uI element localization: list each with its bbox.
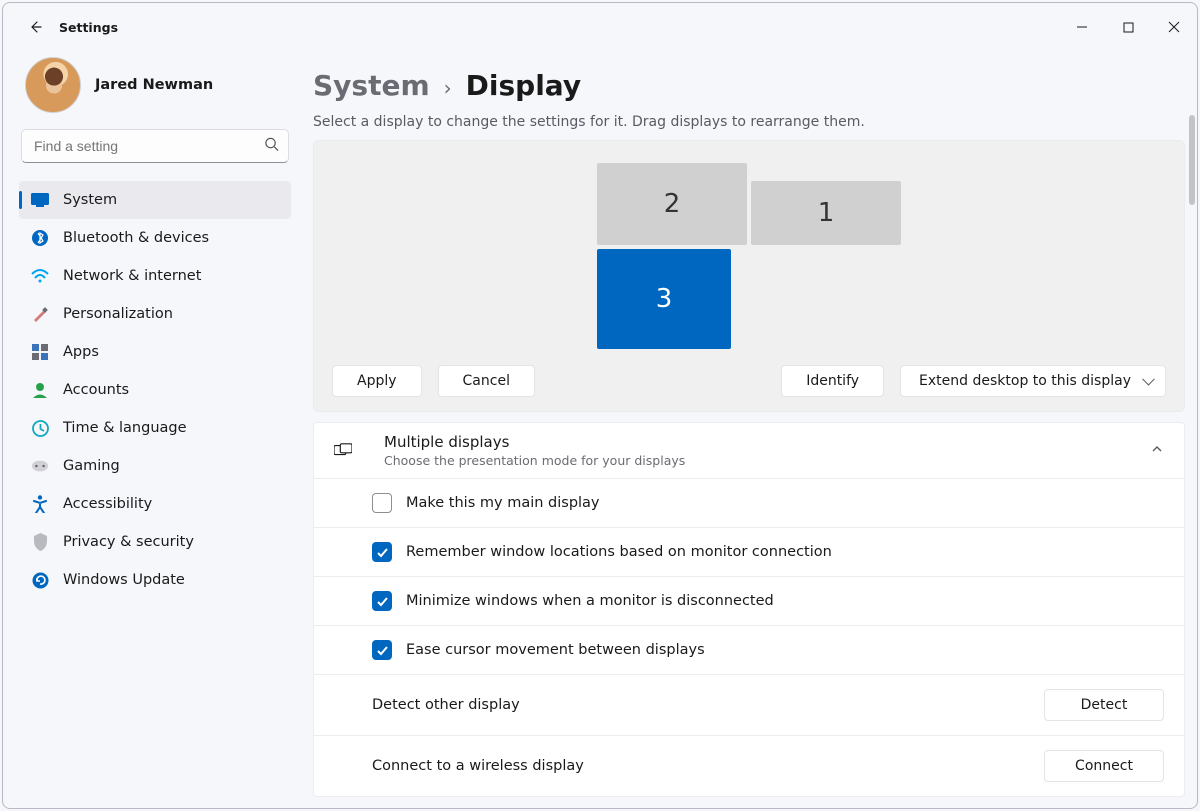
sidebar-item-bluetooth[interactable]: Bluetooth & devices	[19, 219, 291, 257]
arrow-left-icon	[27, 19, 43, 35]
personalization-icon	[31, 305, 49, 323]
nav-list: System Bluetooth & devices Network & int…	[19, 181, 291, 599]
time-language-icon	[31, 419, 49, 437]
option-label: Ease cursor movement between displays	[406, 642, 705, 658]
sidebar-item-label: Bluetooth & devices	[63, 230, 209, 246]
window-title: Settings	[59, 20, 118, 35]
sidebar-item-gaming[interactable]: Gaming	[19, 447, 291, 485]
sidebar-item-label: Personalization	[63, 306, 173, 322]
sidebar-item-system[interactable]: System	[19, 181, 291, 219]
maximize-button[interactable]	[1105, 11, 1151, 43]
chevron-up-icon	[1150, 442, 1164, 460]
scrollbar[interactable]	[1189, 115, 1195, 205]
apply-button[interactable]: Apply	[332, 365, 422, 397]
user-block[interactable]: Jared Newman	[25, 57, 291, 113]
search-field[interactable]	[21, 129, 289, 163]
sidebar-item-time-language[interactable]: Time & language	[19, 409, 291, 447]
breadcrumb-current: Display	[466, 69, 581, 102]
panel-desc: Choose the presentation mode for your di…	[384, 453, 685, 468]
option-ease-cursor: Ease cursor movement between displays	[314, 626, 1184, 675]
sidebar-item-label: Gaming	[63, 458, 120, 474]
row-label: Detect other display	[372, 697, 520, 713]
bluetooth-icon	[31, 229, 49, 247]
check-icon	[376, 644, 389, 657]
network-icon	[31, 267, 49, 285]
sidebar-item-label: System	[63, 192, 117, 208]
accounts-icon	[31, 381, 49, 399]
sidebar-item-windows-update[interactable]: Windows Update	[19, 561, 291, 599]
option-minimize-windows: Minimize windows when a monitor is disco…	[314, 577, 1184, 626]
breadcrumb-parent[interactable]: System	[313, 69, 430, 102]
sidebar-item-privacy[interactable]: Privacy & security	[19, 523, 291, 561]
back-button[interactable]	[19, 11, 51, 43]
detect-button[interactable]: Detect	[1044, 689, 1164, 721]
display-arrange-card: 2 1 3 Apply Cancel Identify Extend deskt…	[313, 140, 1185, 412]
sidebar-item-network[interactable]: Network & internet	[19, 257, 291, 295]
connect-button[interactable]: Connect	[1044, 750, 1164, 782]
sidebar-item-personalization[interactable]: Personalization	[19, 295, 291, 333]
chevron-right-icon: ›	[444, 76, 452, 100]
display-1[interactable]: 1	[751, 181, 901, 245]
windows-update-icon	[31, 571, 49, 589]
search-input[interactable]	[21, 129, 289, 163]
check-icon	[376, 546, 389, 559]
sidebar-item-label: Time & language	[63, 420, 187, 436]
sidebar-item-apps[interactable]: Apps	[19, 333, 291, 371]
identify-button[interactable]: Identify	[781, 365, 884, 397]
display-mode-label: Extend desktop to this display	[919, 373, 1131, 389]
apps-icon	[31, 343, 49, 361]
sidebar-item-label: Apps	[63, 344, 99, 360]
search-icon	[264, 137, 279, 156]
checkbox-ease-cursor[interactable]	[372, 640, 392, 660]
sidebar-item-label: Windows Update	[63, 572, 185, 588]
close-button[interactable]	[1151, 11, 1197, 43]
option-remember-locations: Remember window locations based on monit…	[314, 528, 1184, 577]
breadcrumb: System › Display	[313, 69, 1185, 102]
checkbox-main-display[interactable]	[372, 493, 392, 513]
minimize-button[interactable]	[1059, 11, 1105, 43]
checkbox-remember-locations[interactable]	[372, 542, 392, 562]
window-controls	[1059, 11, 1197, 43]
privacy-icon	[31, 533, 49, 551]
user-name: Jared Newman	[95, 77, 213, 93]
display-arrangement[interactable]: 2 1 3	[332, 141, 1166, 351]
system-icon	[31, 191, 49, 209]
sidebar-item-label: Accounts	[63, 382, 129, 398]
settings-window: Settings Jared Newman	[2, 2, 1198, 809]
check-icon	[376, 595, 389, 608]
row-detect-display: Detect other display Detect	[314, 675, 1184, 736]
accessibility-icon	[31, 495, 49, 513]
gaming-icon	[31, 457, 49, 475]
sidebar: Jared Newman System	[3, 51, 303, 808]
arrange-button-row: Apply Cancel Identify Extend desktop to …	[332, 365, 1166, 397]
option-label: Make this my main display	[406, 495, 600, 511]
sidebar-item-accounts[interactable]: Accounts	[19, 371, 291, 409]
checkbox-minimize-windows[interactable]	[372, 591, 392, 611]
avatar	[25, 57, 81, 113]
sidebar-item-accessibility[interactable]: Accessibility	[19, 485, 291, 523]
sidebar-item-label: Network & internet	[63, 268, 201, 284]
row-wireless-display: Connect to a wireless display Connect	[314, 736, 1184, 796]
main-content: System › Display Select a display to cha…	[303, 51, 1197, 808]
row-label: Connect to a wireless display	[372, 758, 584, 774]
display-3[interactable]: 3	[597, 249, 731, 349]
sidebar-item-label: Accessibility	[63, 496, 152, 512]
close-icon	[1168, 21, 1180, 33]
multiple-displays-icon	[334, 442, 352, 460]
sidebar-item-label: Privacy & security	[63, 534, 194, 550]
minimize-icon	[1076, 21, 1088, 33]
titlebar: Settings	[3, 3, 1197, 51]
maximize-icon	[1123, 22, 1134, 33]
display-2[interactable]: 2	[597, 163, 747, 245]
option-label: Minimize windows when a monitor is disco…	[406, 593, 774, 609]
page-subtitle: Select a display to change the settings …	[313, 114, 1185, 130]
multiple-displays-panel: Multiple displays Choose the presentatio…	[313, 422, 1185, 797]
cancel-button[interactable]: Cancel	[438, 365, 535, 397]
multiple-displays-header[interactable]: Multiple displays Choose the presentatio…	[314, 423, 1184, 479]
display-mode-dropdown[interactable]: Extend desktop to this display	[900, 365, 1166, 397]
panel-title: Multiple displays	[384, 433, 685, 451]
option-label: Remember window locations based on monit…	[406, 544, 832, 560]
option-main-display: Make this my main display	[314, 479, 1184, 528]
